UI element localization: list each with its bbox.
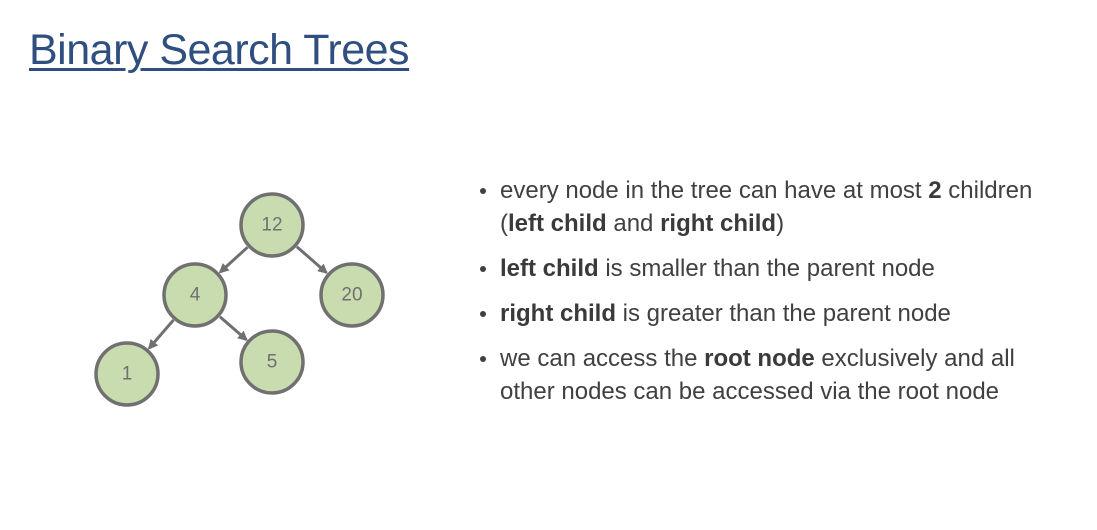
tree-node: 5 [239,329,305,395]
bullet-bold-text: right child [660,210,777,237]
bullet-text: and [606,210,661,237]
bullet-item: every node in the tree can have at most … [476,174,1036,240]
tree-node-label: 20 [341,285,362,306]
bullet-bold-text: right child [500,300,616,327]
tree-edge-arrow [218,315,248,342]
bullet-text: ) [776,210,785,237]
tree-edge-arrow [295,245,328,274]
bullet-item: right child is greater than the parent n… [476,297,1036,330]
tree-node: 4 [162,262,228,328]
tree-edge-arrow [147,319,175,350]
tree-node-label: 1 [122,364,133,385]
bullet-bold-text: left child [500,255,599,282]
bullet-text: is greater than the parent node [616,300,951,327]
bullet-bold-text: root node [704,345,815,372]
tree-node-label: 5 [267,352,278,373]
bullet-bold-text: 2 [928,177,942,204]
tree-node-label: 4 [190,285,201,306]
tree-edge-arrow [218,246,249,274]
tree-nodes: 12 4 20 1 5 [94,192,385,407]
tree-node: 12 [239,192,305,258]
bullet-item: left child is smaller than the parent no… [476,252,1036,285]
tree-node: 20 [319,262,385,328]
bullet-text: we can access the [500,345,705,372]
bullet-text: is smaller than the parent node [598,255,935,282]
binary-tree-diagram: 12 4 20 1 5 [94,192,385,407]
tree-node-label: 12 [261,215,282,236]
bullet-list: every node in the tree can have at most … [476,174,1036,420]
tree-node: 1 [94,341,160,407]
bullet-bold-text: left child [508,210,607,237]
bullet-text: every node in the tree can have at most [500,177,929,204]
bullet-item: we can access the root node exclusively … [476,342,1036,408]
